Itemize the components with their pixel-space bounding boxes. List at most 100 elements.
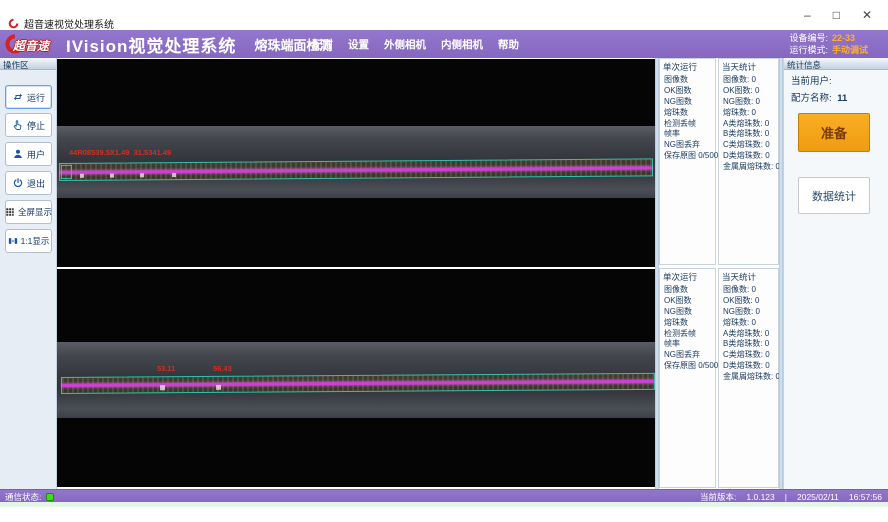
fullscreen-button[interactable]: 全屏显示 [5,200,52,224]
brand-name: 超音速 [13,37,49,54]
bead-marker [172,173,176,177]
run-button[interactable]: 运行 [5,85,52,109]
groupbox-title: 单次运行 [660,59,715,74]
titlebar-app-identity: 超音速视觉处理系统 [8,16,114,31]
recipe-name-value: 11 [837,93,847,104]
prepare-button[interactable]: 准备 [798,113,870,152]
app-header: 超音速 IVision视觉处理系统 熔珠端面检测 配方 设置 外侧相机 内侧相机… [0,30,888,58]
menu-item-help[interactable]: 帮助 [498,37,519,52]
run-icon [12,91,24,103]
stat-row: C类熔珠数: 0 [719,139,778,150]
window-title: 超音速视觉处理系统 [24,16,114,31]
fullscreen-grid-icon [5,207,15,217]
menu-item-outer-camera[interactable]: 外侧相机 [384,37,426,52]
menu-item-inner-camera[interactable]: 内侧相机 [441,37,483,52]
status-separator: | [785,492,787,502]
status-time: 16:57:56 [849,492,882,502]
bead-marker [160,385,165,390]
stat-row: 金属屑熔珠数: 0 [719,161,778,172]
statistics-info-title: 统计信息 [784,58,888,70]
stats-panels: 单次运行 图像数 OK图数 NG图数 熔珠数 检测丢帧 帧率 NG图丢弃 保存原… [659,58,779,489]
power-icon [12,177,24,189]
exit-button[interactable]: 退出 [5,171,52,195]
user-icon [12,148,24,160]
stat-row: OK图数: 0 [719,295,778,306]
comm-status-led [46,493,54,501]
fullscreen-button-label: 全屏显示 [18,206,52,218]
device-no-label: 设备编号: [782,32,828,44]
stat-row: NG图数 [660,306,715,317]
stat-row: 保存原图 0/500 [660,150,715,161]
statistics-info-panel: 统计信息 当前用户: 配方名称: 11 准备 数据统计 [783,58,888,489]
version-value: 1.0.123 [746,492,774,502]
inner-camera-view: 53.11 56.43 [57,269,655,487]
stat-row: 熔珠数: 0 [719,317,778,328]
status-date: 2025/02/11 [797,492,839,502]
bead-marker [80,174,84,178]
window-controls: – □ ✕ [804,8,872,22]
run-button-label: 运行 [27,91,45,104]
stat-row: 图像数 [660,74,715,85]
groupbox-title: 单次运行 [660,269,715,284]
brand-logo: 超音速 [4,32,60,56]
stat-row: NG图数 [660,96,715,107]
maximize-button[interactable]: □ [833,8,840,22]
operation-panel-title: 操作区 [0,58,56,70]
operation-sidebar: 操作区 运行 停止 用户 [0,58,57,489]
device-info: 设备编号: 22-33 运行模式: 手动调试 [782,32,878,56]
one-to-one-icon [8,236,18,246]
stat-row: B类熔珠数: 0 [719,338,778,349]
measurement-annotation: 44R08539.5X1.49 31.5341.49 [69,148,171,157]
recipe-name-label: 配方名称: [791,93,832,104]
user-button[interactable]: 用户 [5,142,52,166]
stat-row: C类熔珠数: 0 [719,349,778,360]
app-logo-icon [8,18,19,29]
recipe-name-row: 配方名称: 11 [784,87,888,104]
groupbox-title: 当天统计 [719,269,778,284]
stat-row: 帧率 [660,128,715,139]
groupbox-title: 当天统计 [719,59,778,74]
camera-viewport: 44R08539.5X1.49 31.5341.49 53.11 56.43 [57,58,655,489]
stat-row: OK图数: 0 [719,85,778,96]
stat-row: 保存原图 0/500 [660,360,715,371]
run-mode-label: 运行模式: [782,44,828,56]
stat-row: A类熔珠数: 0 [719,118,778,129]
device-no-value: 22-33 [832,32,878,44]
bead-marker [216,385,221,390]
stat-row: 熔珠数 [660,317,715,328]
close-button[interactable]: ✕ [862,8,872,22]
stop-button-label: 停止 [27,119,45,132]
stat-row: 熔珠数 [660,107,715,118]
stop-button[interactable]: 停止 [5,113,52,137]
inner-camera-stats: 单次运行 图像数 OK图数 NG图数 熔珠数 检测丢帧 帧率 NG图丢弃 保存原… [659,268,779,489]
app-window: 超音速视觉处理系统 – □ ✕ 超音速 IVision视觉处理系统 熔珠端面检测… [0,0,888,522]
main-area: 操作区 运行 停止 用户 [0,58,888,489]
data-statistics-button[interactable]: 数据统计 [798,177,870,214]
stat-row: NG图丢弃 [660,349,715,360]
current-user-label: 当前用户: [791,76,832,87]
outer-camera-stats: 单次运行 图像数 OK图数 NG图数 熔珠数 检测丢帧 帧率 NG图丢弃 保存原… [659,58,779,266]
minimize-button[interactable]: – [804,8,811,22]
one-to-one-button[interactable]: 1:1显示 [5,229,52,253]
menu-item-recipe[interactable]: 配方 [312,37,333,52]
stat-row: NG图丢弃 [660,139,715,150]
stat-row: B类熔珠数: 0 [719,128,778,139]
measurement-annotation: 53.11 [157,364,175,373]
stat-row: 帧率 [660,338,715,349]
current-user-row: 当前用户: [784,70,888,87]
menu-item-settings[interactable]: 设置 [348,37,369,52]
exit-button-label: 退出 [27,177,45,190]
hand-stop-icon [12,119,24,131]
stat-row: 检测丢帧 [660,328,715,339]
stat-row: 金属屑熔珠数: 0 [719,371,778,382]
stat-row: OK图数 [660,85,715,96]
stat-row: 图像数 [660,284,715,295]
measurement-annotation: 56.43 [213,364,232,373]
stat-row: D类熔珠数: 0 [719,150,778,161]
window-bottom-edge [0,502,888,507]
today-stats-groupbox: 当天统计 图像数: 0 OK图数: 0 NG图数: 0 熔珠数: 0 A类熔珠数… [718,268,779,488]
stat-row: 检测丢帧 [660,118,715,129]
single-run-groupbox: 单次运行 图像数 OK图数 NG图数 熔珠数 检测丢帧 帧率 NG图丢弃 保存原… [659,268,716,488]
single-run-groupbox: 单次运行 图像数 OK图数 NG图数 熔珠数 检测丢帧 帧率 NG图丢弃 保存原… [659,58,716,265]
app-title: IVision视觉处理系统 [66,32,236,57]
